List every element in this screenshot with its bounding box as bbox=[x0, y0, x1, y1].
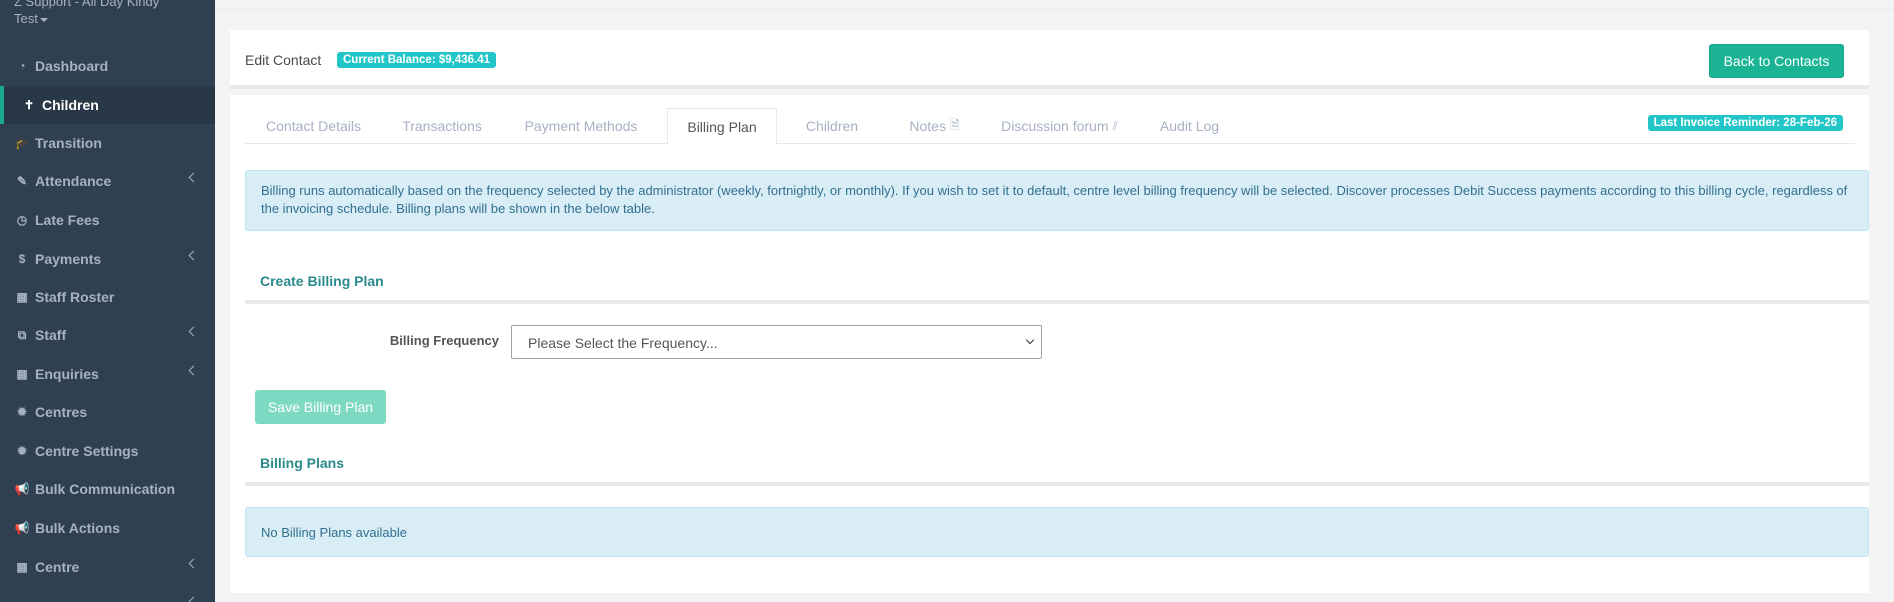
sidebar-item-label: Centre bbox=[35, 559, 80, 575]
section-divider bbox=[245, 300, 1869, 304]
chevron-left-icon bbox=[188, 250, 199, 261]
billing-frequency-label: Billing Frequency bbox=[389, 333, 499, 348]
billing-plans-heading: Billing Plans bbox=[260, 455, 345, 471]
comments-icon: ⫽ bbox=[1112, 118, 1118, 133]
sidebar-item-label: Transition bbox=[35, 135, 102, 151]
sidebar-item-dashboard[interactable]: ◔ Dashboard bbox=[0, 47, 215, 85]
tab-label: Contact Details bbox=[266, 118, 361, 134]
sidebar-item-label: Centre Settings bbox=[35, 443, 139, 459]
tab-discussion-forum[interactable]: Discussion forum ⫽ bbox=[982, 108, 1137, 144]
grid-icon: ▦ bbox=[16, 367, 28, 381]
tab-payment-methods[interactable]: Payment Methods bbox=[502, 108, 660, 144]
sidebar-item-transition[interactable]: 🎓 Transition bbox=[0, 124, 215, 162]
save-billing-plan-button[interactable]: Save Billing Plan bbox=[255, 390, 386, 424]
grid-icon: ▦ bbox=[16, 560, 28, 574]
sitemap-icon: ⧉ bbox=[17, 327, 27, 342]
gear-icon: ✹ bbox=[16, 444, 28, 458]
sidebar-item-bulk-actions[interactable]: 📢 Bulk Actions bbox=[0, 509, 215, 547]
sidebar-item-centre-settings[interactable]: ✹ Centre Settings bbox=[0, 432, 215, 470]
balance-badge: Current Balance: $9,436.41 bbox=[337, 52, 497, 68]
tab-notes[interactable]: Notes 🗎 bbox=[887, 108, 982, 144]
chevron-left-icon bbox=[188, 172, 199, 183]
sidebar-item-staff[interactable]: ⧉ Staff bbox=[0, 316, 215, 354]
sidebar-item-label: Staff bbox=[35, 327, 67, 343]
sidebar-item-staff-roster[interactable]: ▦ Staff Roster bbox=[0, 278, 215, 316]
sidebar-item-partial[interactable] bbox=[0, 586, 215, 602]
last-invoice-reminder-badge: Last Invoice Reminder: 28-Feb-26 bbox=[1647, 115, 1843, 131]
sidebar-item-label: Centres bbox=[35, 404, 88, 420]
megaphone-icon: 📢 bbox=[14, 521, 30, 535]
dollar-icon: $ bbox=[18, 252, 26, 266]
chevron-left-icon bbox=[188, 558, 199, 569]
tab-label: Notes bbox=[909, 118, 946, 134]
section-divider bbox=[245, 482, 1869, 486]
tab-contact-details[interactable]: Contact Details bbox=[245, 108, 382, 144]
tab-label: Discussion forum bbox=[1001, 118, 1109, 134]
billing-frequency-value: Please Select the Frequency... bbox=[528, 335, 718, 351]
tab-label: Audit Log bbox=[1159, 118, 1220, 134]
clock-icon: ◷ bbox=[16, 213, 28, 227]
chevron-down-icon bbox=[1025, 335, 1035, 345]
tab-label: Billing Plan bbox=[687, 118, 757, 135]
sidebar: Z Support - All Day Kindy Test ◔ Dashboa… bbox=[0, 0, 215, 602]
sidebar-item-bulk-communication[interactable]: 📢 Bulk Communication bbox=[0, 470, 215, 508]
main-panel: Contact Details Transactions Payment Met… bbox=[230, 95, 1869, 593]
graduation-cap-icon: 🎓 bbox=[14, 136, 30, 150]
brand[interactable]: Z Support - All Day Kindy Test bbox=[0, 0, 215, 40]
tab-bar: Contact Details Transactions Payment Met… bbox=[245, 108, 1855, 145]
brand-name: Z Support - All Day Kindy bbox=[14, 0, 160, 9]
create-billing-plan-heading: Create Billing Plan bbox=[260, 273, 384, 289]
sidebar-item-children[interactable]: ✝ Children bbox=[0, 86, 215, 124]
sidebar-item-label: Dashboard bbox=[35, 58, 109, 74]
tab-label: Transactions bbox=[402, 118, 482, 134]
edit-icon: ✎ bbox=[16, 174, 28, 188]
tab-transactions[interactable]: Transactions bbox=[382, 108, 502, 144]
page-header: Edit Contact Current Balance: $9,436.41 … bbox=[230, 30, 1869, 89]
megaphone-icon: 📢 bbox=[14, 482, 30, 496]
caret-down-icon bbox=[39, 17, 48, 22]
chevron-left-icon bbox=[188, 326, 199, 337]
sidebar-item-enquiries[interactable]: ▦ Enquiries bbox=[0, 355, 215, 393]
chevron-left-icon bbox=[188, 365, 199, 376]
sidebar-item-label: Enquiries bbox=[35, 366, 99, 382]
sidebar-item-centres[interactable]: ✹ Centres bbox=[0, 393, 215, 431]
tab-children[interactable]: Children bbox=[777, 108, 887, 144]
sidebar-item-payments[interactable]: $ Payments bbox=[0, 240, 215, 278]
no-billing-plans-alert: No Billing Plans available bbox=[245, 507, 1869, 557]
top-navbar bbox=[215, 0, 1894, 10]
sidebar-item-label: Bulk Actions bbox=[35, 520, 121, 536]
chevron-left-icon bbox=[188, 596, 199, 602]
document-icon: 🗎 bbox=[949, 117, 960, 132]
sidebar-item-label: Staff Roster bbox=[35, 289, 115, 305]
brand-subtitle: Test bbox=[14, 11, 38, 26]
sidebar-item-late-fees[interactable]: ◷ Late Fees bbox=[0, 201, 215, 239]
child-icon: ✝ bbox=[23, 98, 35, 112]
sidebar-item-label: Children bbox=[42, 97, 99, 113]
sidebar-item-attendance[interactable]: ✎ Attendance bbox=[0, 162, 215, 200]
back-to-contacts-button[interactable]: Back to Contacts bbox=[1709, 44, 1844, 78]
sidebar-item-centre[interactable]: ▦ Centre bbox=[0, 548, 215, 586]
sidebar-item-label: Late Fees bbox=[35, 212, 100, 228]
calendar-icon: ▦ bbox=[16, 290, 28, 304]
sidebar-item-label: Attendance bbox=[35, 173, 112, 189]
tab-billing-plan[interactable]: Billing Plan bbox=[667, 108, 777, 145]
tab-audit-log[interactable]: Audit Log bbox=[1137, 108, 1242, 144]
billing-info-alert: Billing runs automatically based on the … bbox=[245, 170, 1869, 231]
gear-icon: ✹ bbox=[16, 405, 28, 419]
dashboard-icon: ◔ bbox=[18, 59, 26, 73]
billing-frequency-select[interactable]: Please Select the Frequency... bbox=[511, 325, 1042, 359]
sidebar-item-label: Payments bbox=[35, 251, 102, 267]
page-title: Edit Contact bbox=[245, 52, 322, 68]
tab-label: Children bbox=[805, 118, 859, 134]
sidebar-item-label: Bulk Communication bbox=[35, 481, 176, 497]
tab-label: Payment Methods bbox=[524, 118, 638, 134]
